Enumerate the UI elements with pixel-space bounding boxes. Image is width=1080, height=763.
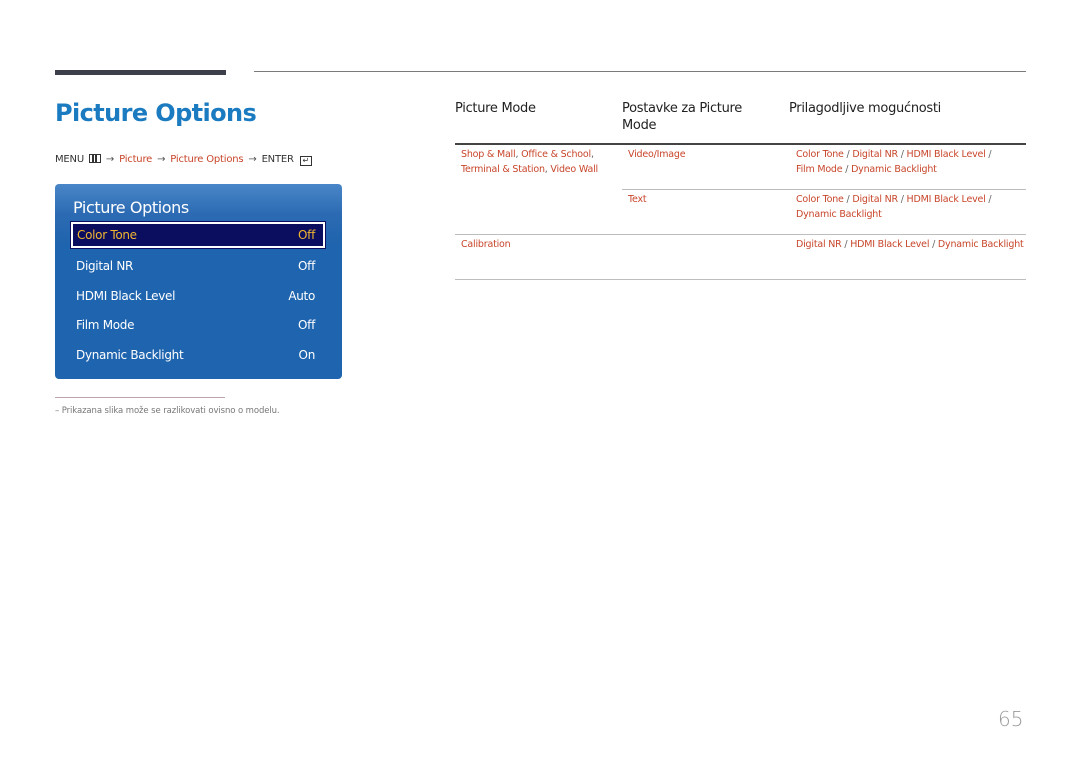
footnote: – Prikazana slika može se razlikovati ov… [55, 406, 280, 416]
menu-path-picture[interactable]: Picture [119, 154, 152, 165]
separator: / [929, 239, 938, 250]
osd-item-label: Digital NR [76, 259, 134, 273]
enter-label: ENTER [261, 154, 294, 165]
osd-menu-panel: Picture Options Color Tone Off Digital N… [55, 184, 342, 379]
separator: , [590, 149, 594, 160]
option-label: Color Tone [796, 194, 844, 205]
option-label: HDMI Black Level [906, 194, 986, 205]
osd-item-value: Auto [288, 289, 315, 303]
arrow-icon: → [105, 154, 115, 165]
option-label: Terminal & Station [461, 163, 545, 175]
osd-item-color-tone[interactable]: Color Tone Off [70, 221, 326, 249]
option-label: Digital NR [852, 194, 898, 205]
header-rule [254, 71, 1026, 72]
footnote-divider [55, 397, 225, 398]
column-header-picture-mode: Picture Mode [455, 101, 536, 116]
table-row-3-options: Digital NR / HDMI Black Level / Dynamic … [796, 238, 1026, 253]
separator: / [897, 194, 907, 205]
option-label: Digital NR [852, 149, 898, 160]
osd-item-label: Color Tone [77, 228, 137, 242]
separator: / [897, 149, 907, 160]
osd-item-dynamic-backlight[interactable]: Dynamic Backlight On [71, 342, 325, 368]
osd-item-digital-nr[interactable]: Digital NR Off [71, 253, 325, 279]
table-bottom-rule [455, 279, 1026, 280]
osd-item-hdmi-black-level[interactable]: HDMI Black Level Auto [71, 283, 325, 309]
column-header-postavke: Postavke za Picture Mode [622, 101, 742, 133]
osd-item-label: HDMI Black Level [76, 289, 176, 303]
menu-grid-icon [88, 154, 101, 163]
osd-item-value: Off [298, 228, 315, 242]
menu-label: MENU [55, 154, 84, 165]
option-label: Digital NR [796, 239, 842, 250]
table-header-rule [455, 143, 1026, 145]
page-number: 65 [998, 707, 1024, 731]
option-label: HDMI Black Level [906, 149, 986, 160]
table-row-3-picture-mode: Calibration [461, 239, 511, 250]
page-title: Picture Options [55, 99, 257, 127]
separator: / [841, 239, 851, 250]
enter-icon: ↵ [299, 156, 312, 166]
table-row-2-options: Color Tone / Digital NR / HDMI Black Lev… [796, 193, 1026, 222]
header-bar-thick [55, 70, 226, 75]
table-row-divider [455, 234, 1026, 235]
option-label: Dynamic Backlight [851, 163, 937, 175]
arrow-icon: → [157, 154, 166, 165]
option-label: Office & School [521, 149, 591, 160]
table-row-divider [622, 189, 1026, 190]
osd-title: Picture Options [73, 198, 189, 217]
column-header-options: Prilagodljive mogućnosti [789, 101, 941, 116]
arrow-icon: → [248, 154, 257, 165]
osd-item-label: Film Mode [76, 318, 135, 332]
option-label: Video Wall [550, 163, 598, 175]
table-row-1-picture-mode: Shop & Mall, Office & School, Terminal &… [461, 148, 621, 177]
table-row-1-setting: Video/Image [628, 149, 686, 160]
separator: / [985, 149, 992, 160]
option-label: Dynamic Backlight [796, 208, 882, 220]
table-row-1-options: Color Tone / Digital NR / HDMI Black Lev… [796, 148, 1026, 177]
osd-item-value: Off [298, 318, 315, 332]
osd-item-film-mode[interactable]: Film Mode Off [71, 312, 325, 338]
table-row-2-setting: Text [628, 194, 647, 205]
option-label: Dynamic Backlight [937, 239, 1024, 250]
osd-item-value: On [298, 348, 316, 362]
option-label: Film Mode [796, 163, 843, 175]
option-label: Color Tone [796, 149, 844, 160]
separator: / [842, 163, 852, 175]
option-label: HDMI Black Level [850, 239, 930, 250]
osd-item-label: Dynamic Backlight [76, 348, 184, 362]
osd-item-value: Off [298, 259, 315, 273]
separator: / [985, 194, 992, 205]
menu-path: MENU → Picture → Picture Options → ENTER… [55, 154, 312, 166]
menu-path-picture-options[interactable]: Picture Options [170, 154, 243, 165]
option-label: Shop & Mall [461, 149, 516, 160]
